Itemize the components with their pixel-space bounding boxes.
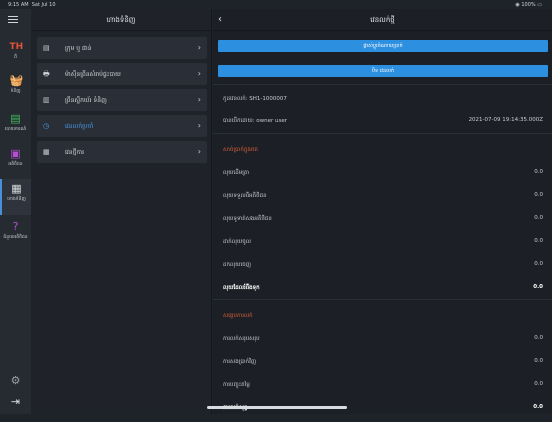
store-icon: ▦ xyxy=(11,182,22,195)
cash-section-title: សាច់ប្រាក់ក្នុងថត xyxy=(223,147,258,153)
cash-row: ដកលុយចេញ 0.0 xyxy=(223,261,543,268)
sidebar-item-products[interactable]: 🧺 ទំនិញ xyxy=(0,71,31,101)
sidebar-item-store[interactable]: ▦ ហាងទំនិញ xyxy=(0,179,31,215)
chevron-right-icon: › xyxy=(197,147,201,156)
sidebar-item-help[interactable]: ? ជំនួយអតិថិជន xyxy=(0,217,31,247)
customer-icon: ▣ xyxy=(10,147,21,160)
menu-item-label: ក្រុម ឬ ផាន់ xyxy=(65,45,92,52)
sales-section-title: សង្ខេបការលក់ xyxy=(223,313,253,319)
sidebar-item-label: ពី xyxy=(14,55,17,60)
cash-row: លុយទូទាត់សងអតិថិជន 0.0 xyxy=(223,215,543,222)
menu-item-label: ព្រីនស្ទីកឃ័រ ទំនិញ xyxy=(65,97,107,104)
shift-detail-panel: ‹ វេនលក់ថ្មី ផ្លាស់ប្តូរចំណាយប្រាក់ បិទ … xyxy=(213,9,552,414)
sidebar-item-customers[interactable]: ▣ អតិថិជន xyxy=(0,144,31,174)
help-icon: ? xyxy=(12,220,19,233)
opened-by: បានបើកដោយ: owner user 2021-07-09 19:14:3… xyxy=(223,117,543,124)
sales-row: ការលក់សរុបសរុប 0.0 xyxy=(223,335,543,342)
chevron-right-icon: › xyxy=(197,121,201,130)
grid-icon: ▤ xyxy=(43,44,50,52)
logout-icon: ⇥ xyxy=(10,395,21,408)
sales-row: ការសងប្រាក់វិញ 0.0 xyxy=(223,358,543,365)
divider xyxy=(213,84,552,85)
menu-item-groups[interactable]: ▤ ក្រុម ឬ ផាន់ › xyxy=(37,37,207,59)
calendar-icon: ▦ xyxy=(43,148,50,156)
sidebar-item-label: ហាងទំនិញ xyxy=(7,197,26,202)
chevron-right-icon: › xyxy=(197,69,201,78)
status-time: 9:15 AM Sat Jul 10 xyxy=(8,2,56,8)
change-cash-button[interactable]: ផ្លាស់ប្តូរចំណាយប្រាក់ xyxy=(218,40,548,52)
sidebar-item-label: អតិថិជន xyxy=(8,162,23,167)
menu-item-kitchen-printer[interactable]: 🖶 ម៉ាស៊ីនព្រីនសំរាប់ផ្ទះបាយ › xyxy=(37,63,207,85)
detail-header: ‹ វេនលក់ថ្មី xyxy=(213,9,552,31)
divider xyxy=(213,133,552,134)
store-menu-panel: ហាងទំនិញ ▤ ក្រុម ឬ ផាន់ › 🖶 ម៉ាស៊ីនព្រីន… xyxy=(31,9,212,414)
shift-code: កូដវេនលក់: SH1-1000007 xyxy=(223,96,287,102)
home-indicator xyxy=(207,406,347,409)
menu-item-label: ម៉ាស៊ីនព្រីនសំរាប់ផ្ទះបាយ xyxy=(65,71,121,78)
basket-icon: 🧺 xyxy=(9,74,24,87)
sidebar-item-label: ជំនួយអតិថិជន xyxy=(3,235,28,240)
barcode-icon: ▥ xyxy=(43,96,50,104)
gear-icon: ⚙ xyxy=(10,374,21,387)
menu-item-label: វេនថ្មីការ xyxy=(65,149,85,156)
detail-title: វេនលក់ថ្មី xyxy=(370,16,395,24)
logout-button[interactable]: ⇥ xyxy=(0,392,31,422)
sidebar-item-label: ទំនិញ xyxy=(10,89,21,94)
cash-row: លុយទទួលពីអតិថិជន 0.0 xyxy=(223,192,543,199)
app-sidebar: TH ពី 🧺 ទំនិញ ▤ របាយការណ៍ ▣ អតិថិជន ▦ ហា… xyxy=(0,9,31,414)
opened-at: 2021-07-09 19:14:35.000Z xyxy=(468,117,543,123)
sidebar-item-reports[interactable]: ▤ របាយការណ៍ xyxy=(0,109,31,139)
sidebar-item-pos[interactable]: TH ពី xyxy=(0,37,31,67)
hamburger-menu-icon[interactable] xyxy=(8,16,18,24)
th-icon: TH xyxy=(9,42,24,52)
menu-item-shift[interactable]: ◷ វេនលក់ប្រចាំ › xyxy=(37,115,207,137)
sales-row: ការបញ្ចុះតម្លៃ 0.0 xyxy=(223,381,543,388)
chevron-right-icon: › xyxy=(197,95,201,104)
printer-icon: 🖶 xyxy=(43,70,50,78)
clock-icon: ◷ xyxy=(43,122,50,130)
status-battery: ◉ 100% ▭ xyxy=(515,2,542,8)
sidebar-item-label: របាយការណ៍ xyxy=(4,127,27,132)
expected-cash-row: លុយដែលរំពឹងទុក 0.0 xyxy=(223,284,543,291)
status-bar: 9:15 AM Sat Jul 10 ◉ 100% ▭ xyxy=(0,0,552,9)
menu-item-label-printer[interactable]: ▥ ព្រីនស្ទីកឃ័រ ទំនិញ › xyxy=(37,89,207,111)
report-icon: ▤ xyxy=(10,112,21,125)
divider xyxy=(213,299,552,300)
back-chevron-icon[interactable]: ‹ xyxy=(218,9,222,31)
panel-title: ហាងទំនិញ xyxy=(31,9,211,31)
menu-item-label: វេនលក់ប្រចាំ xyxy=(65,123,94,130)
cash-row: ដាក់លុយចូល 0.0 xyxy=(223,238,543,245)
chevron-right-icon: › xyxy=(197,43,201,52)
menu-item-new-shift[interactable]: ▦ វេនថ្មីការ › xyxy=(37,141,207,163)
cash-row: លុយដើមគ្រា 0.0 xyxy=(223,169,543,176)
close-shift-button[interactable]: បិទ វេនលក់ xyxy=(218,65,548,77)
